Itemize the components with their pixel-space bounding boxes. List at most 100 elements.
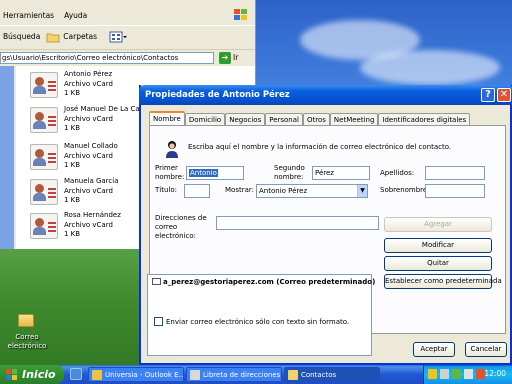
vcard-icon xyxy=(30,107,58,133)
list-item[interactable]: Manuel Collado Archivo vCard 1 KB xyxy=(30,140,150,174)
search-label: Búsqueda xyxy=(3,32,41,41)
file-type: Archivo vCard xyxy=(64,186,113,195)
surname-label: Apellidos: xyxy=(380,169,415,177)
plain-text-label: Enviar correo electrónico sólo con texto… xyxy=(166,318,350,326)
tab-identificadores[interactable]: Identificadores digitales xyxy=(378,113,471,125)
cancel-button[interactable]: Cancelar xyxy=(465,342,507,357)
folder-icon xyxy=(46,33,60,42)
start-button[interactable]: Inicio xyxy=(0,365,64,384)
go-arrow-icon[interactable]: ➔ xyxy=(219,52,231,64)
address-bar: gs\Usuario\Escritorio\Correo electrónico… xyxy=(0,49,255,65)
task-contacts[interactable]: Contactos xyxy=(284,367,380,382)
tab-strip: Nombre Domicilio Negocios Personal Otros… xyxy=(149,111,471,125)
folder-icon xyxy=(288,370,298,380)
email-list: a_perez@gestoriaperez.com (Correo predet… xyxy=(147,274,375,356)
email-input[interactable] xyxy=(216,216,379,230)
volume-icon[interactable] xyxy=(464,369,473,379)
tab-netmeeting[interactable]: NetMeeting xyxy=(329,113,379,125)
properties-dialog: Propiedades de Antonio Pérez ? ✕ Nombre … xyxy=(139,85,512,365)
desktop-folder-label[interactable]: Correo electrónico xyxy=(2,333,52,351)
menu-help[interactable]: Ayuda xyxy=(64,11,87,20)
help-button[interactable]: ? xyxy=(481,88,495,102)
file-type: Archivo vCard xyxy=(64,151,113,160)
second-name-label: Segundo nombre: xyxy=(274,164,305,181)
task-label: Libreta de direcciones ... xyxy=(203,371,282,379)
tab-personal[interactable]: Personal xyxy=(265,113,303,125)
go-label[interactable]: Ir xyxy=(233,53,238,62)
address-book-icon xyxy=(190,370,200,380)
envelope-icon xyxy=(152,278,161,285)
ok-button[interactable]: Aceptar xyxy=(413,342,455,357)
tab-domicilio[interactable]: Domicilio xyxy=(184,113,226,125)
views-icon xyxy=(109,31,128,42)
security-icon[interactable] xyxy=(452,369,461,379)
windows-logo-icon xyxy=(6,369,17,380)
tab-otros[interactable]: Otros xyxy=(302,113,330,125)
email-label: Direcciones de correo electrónico: xyxy=(155,214,207,240)
edit-button[interactable]: Modificar xyxy=(384,238,492,253)
address-input[interactable]: gs\Usuario\Escritorio\Correo electrónico… xyxy=(0,52,214,64)
warning-icon[interactable] xyxy=(428,369,437,379)
search-button[interactable]: Búsqueda xyxy=(3,32,40,41)
system-tray: 12:00 xyxy=(423,365,512,384)
file-name: José Manuel De La Casa xyxy=(64,105,148,113)
surname-field[interactable] xyxy=(425,166,485,180)
intro-text: Escriba aquí el nombre y la información … xyxy=(188,143,452,151)
plain-text-checkbox[interactable] xyxy=(154,317,163,326)
list-item[interactable]: a_perez@gestoriaperez.com (Correo predet… xyxy=(152,278,375,286)
email-address: a_perez@gestoriaperez.com (Correo predet… xyxy=(163,278,376,286)
file-name: Rosa Hernández xyxy=(64,211,121,219)
folder-icon[interactable] xyxy=(18,314,34,327)
file-size: 1 KB xyxy=(64,196,81,204)
list-item[interactable]: Rosa Hernández Archivo vCard 1 KB xyxy=(30,209,150,243)
file-size: 1 KB xyxy=(64,230,81,238)
task-label: Universia - Outlook E... xyxy=(105,371,184,379)
vcard-icon xyxy=(30,213,58,239)
taskbar: Inicio Universia - Outlook E... Libreta … xyxy=(0,365,512,384)
menu-tools[interactable]: Herramientas xyxy=(3,11,54,20)
vcard-icon xyxy=(30,144,58,170)
task-outlook[interactable]: Universia - Outlook E... xyxy=(88,367,184,382)
first-name-field[interactable]: Antonio xyxy=(186,166,244,180)
folders-button[interactable]: Carpetas xyxy=(46,31,97,43)
views-button[interactable] xyxy=(109,31,128,43)
dialog-titlebar[interactable]: Propiedades de Antonio Pérez ? ✕ xyxy=(139,85,512,105)
display-label: Mostrar: xyxy=(225,186,254,194)
folders-label: Carpetas xyxy=(63,32,98,41)
file-type: Archivo vCard xyxy=(64,114,113,123)
set-default-button[interactable]: Establecer como predeterminada xyxy=(384,274,502,289)
file-name: Manuela García xyxy=(64,177,119,185)
file-size: 1 KB xyxy=(64,89,81,97)
network-icon[interactable] xyxy=(440,369,449,379)
file-name: Antonio Pérez xyxy=(64,70,113,78)
tab-nombre[interactable]: Nombre xyxy=(149,111,185,125)
display-value: Antonio Pérez xyxy=(259,187,308,195)
file-type: Archivo vCard xyxy=(64,220,113,229)
first-name-label: Primer nombre: xyxy=(155,164,185,181)
title-label: Título: xyxy=(155,186,177,194)
tab-negocios[interactable]: Negocios xyxy=(225,113,266,125)
file-name: Manuel Collado xyxy=(64,142,118,150)
task-address-book[interactable]: Libreta de direcciones ... xyxy=(186,367,282,382)
outlook-icon xyxy=(92,370,102,380)
windows-logo-icon xyxy=(234,9,247,20)
nickname-field[interactable] xyxy=(425,184,485,198)
second-name-field[interactable]: Pérez xyxy=(312,166,370,180)
chevron-down-icon[interactable]: ▼ xyxy=(357,185,367,197)
file-size: 1 KB xyxy=(64,161,81,169)
task-pane xyxy=(0,66,14,249)
list-item[interactable]: José Manuel De La Casa Archivo vCard 1 KB xyxy=(30,103,150,137)
dialog-title: Propiedades de Antonio Pérez xyxy=(145,90,290,100)
list-item[interactable]: Manuela García Archivo vCard 1 KB xyxy=(30,175,150,209)
add-button[interactable]: Agregar xyxy=(384,217,492,232)
title-field[interactable] xyxy=(184,184,210,198)
ie-icon[interactable] xyxy=(70,368,82,380)
list-item[interactable]: Antonio Pérez Archivo vCard 1 KB xyxy=(30,68,150,102)
task-label: Contactos xyxy=(301,371,337,379)
display-select[interactable]: Antonio Pérez ▼ xyxy=(256,184,368,198)
contact-avatar-icon xyxy=(166,141,178,158)
file-size: 1 KB xyxy=(64,124,81,132)
remove-button[interactable]: Quitar xyxy=(384,256,492,271)
file-type: Archivo vCard xyxy=(64,79,113,88)
close-button[interactable]: ✕ xyxy=(497,88,511,102)
